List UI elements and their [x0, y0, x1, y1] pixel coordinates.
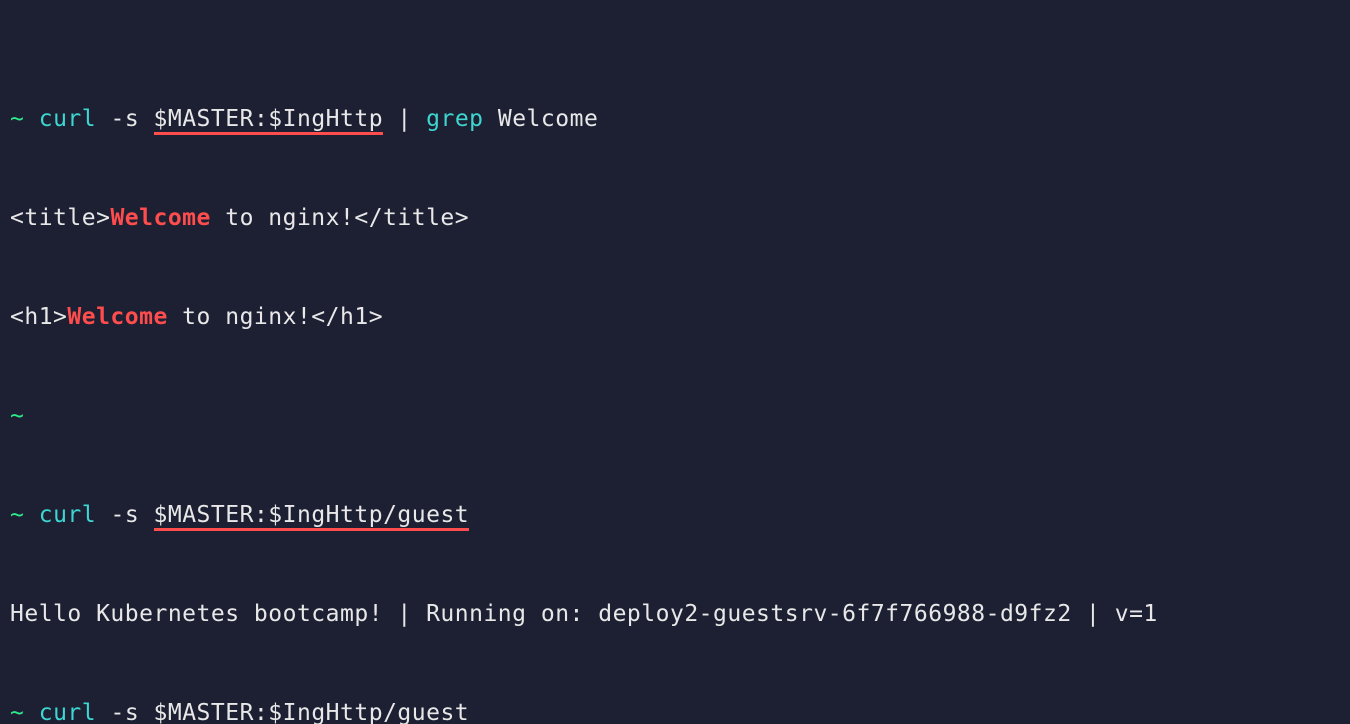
- prompt: ~: [10, 106, 24, 132]
- cmd-line-1[interactable]: ~ curl -s $MASTER:$IngHttp | grep Welcom…: [10, 103, 1340, 136]
- match-welcome: Welcome: [110, 205, 210, 231]
- terminal: ~ curl -s $MASTER:$IngHttp | grep Welcom…: [0, 0, 1350, 724]
- match-welcome: Welcome: [67, 304, 167, 330]
- output-guest-1: Hello Kubernetes bootcamp! | Running on:…: [10, 598, 1340, 631]
- prompt-line[interactable]: ~: [10, 400, 1340, 433]
- output-h1: <h1>Welcome to nginx!</h1>: [10, 301, 1340, 334]
- cmd-line-guest-2[interactable]: ~ curl -s $MASTER:$IngHttp/guest: [10, 697, 1340, 724]
- url-root: $MASTER:$IngHttp: [154, 106, 384, 135]
- url-guest: $MASTER:$IngHttp/guest: [154, 502, 470, 531]
- output-title: <title>Welcome to nginx!</title>: [10, 202, 1340, 235]
- curl-cmd: curl: [39, 106, 96, 132]
- grep-cmd: grep: [426, 106, 483, 132]
- cmd-line-guest-1[interactable]: ~ curl -s $MASTER:$IngHttp/guest: [10, 499, 1340, 532]
